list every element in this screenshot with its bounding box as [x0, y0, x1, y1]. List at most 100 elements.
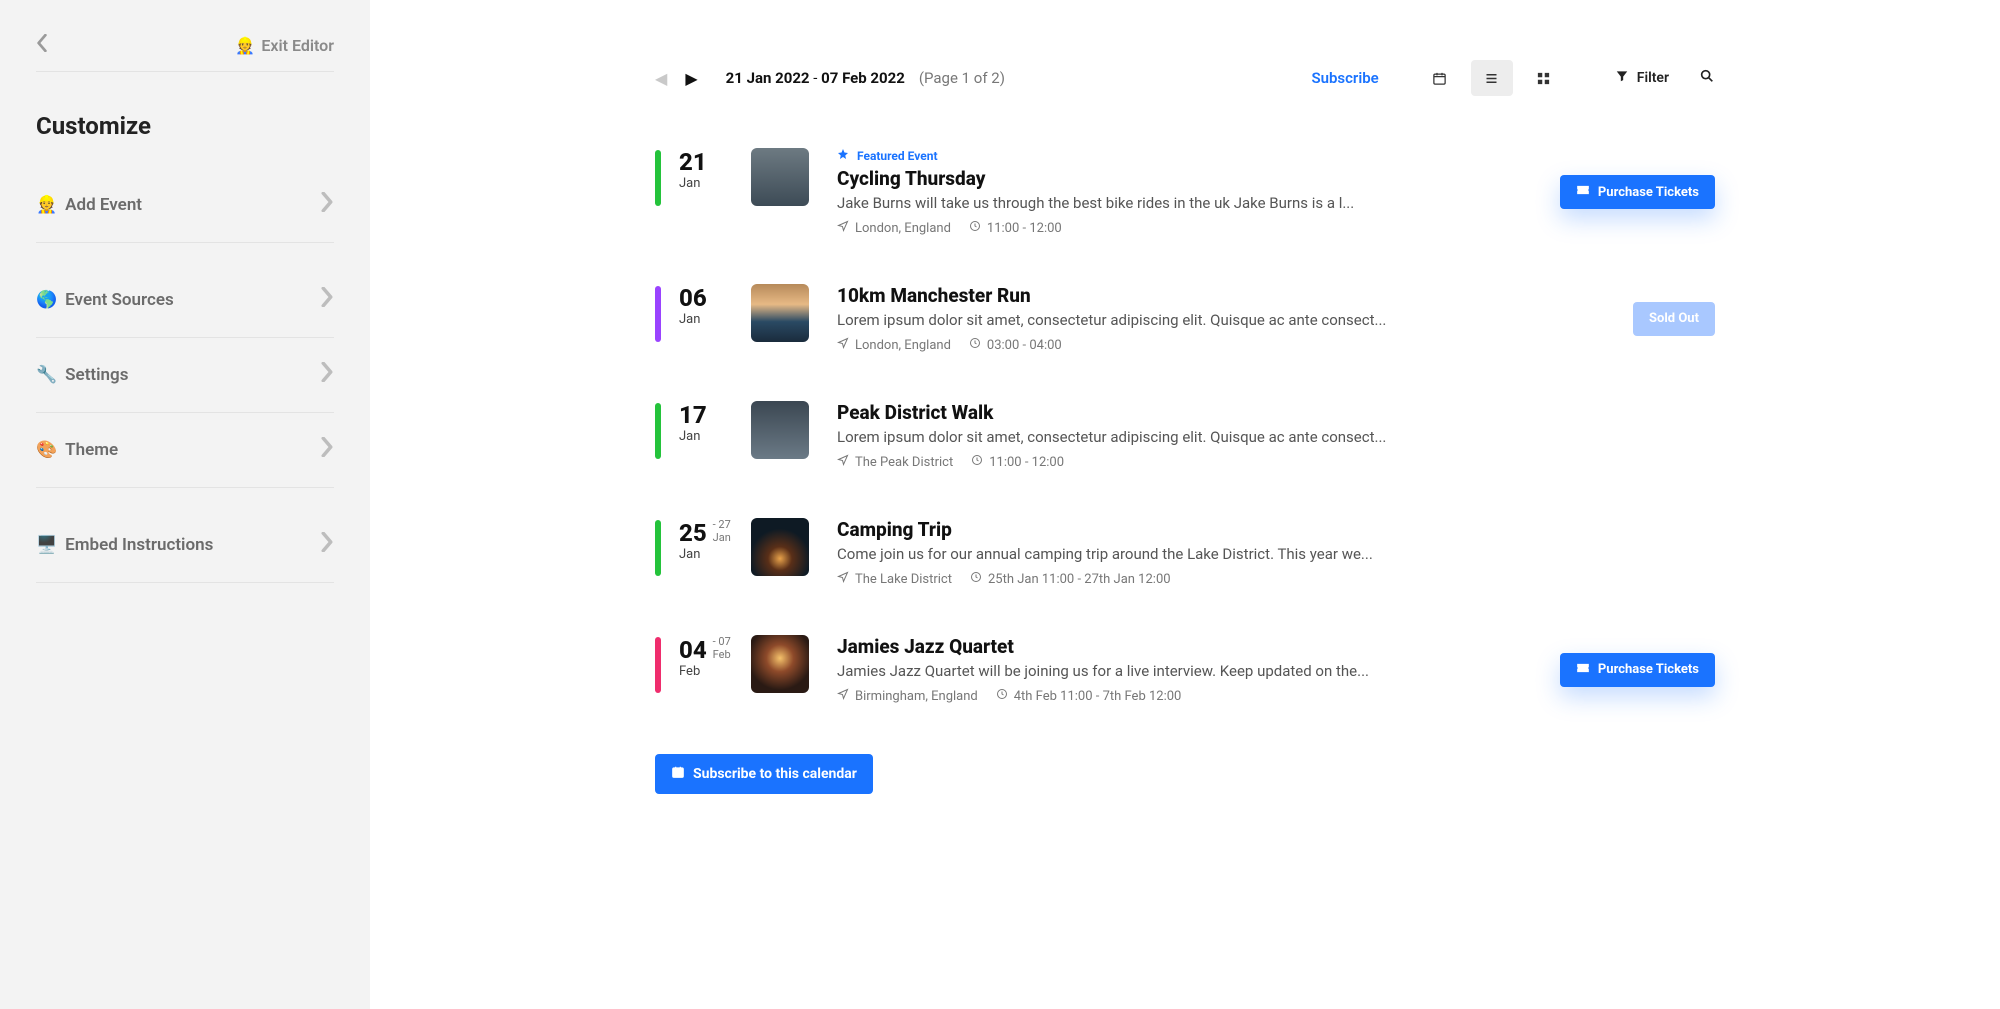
- event-row[interactable]: 04 - 07FebFebJamies Jazz QuartetJamies J…: [655, 617, 1715, 734]
- event-time: 11:00 - 12:00: [969, 220, 1062, 236]
- toolbar: ◀ ▶ 21 Jan 2022 - 07 Feb 2022 (Page 1 of…: [655, 60, 1715, 96]
- event-cta: Sold Out: [1633, 302, 1715, 336]
- calendar-icon: [671, 765, 685, 783]
- event-row[interactable]: 21 Jan Featured Event Cycling Thursday Jake…: [655, 130, 1715, 266]
- event-day: 25: [679, 519, 707, 547]
- search-button[interactable]: [1699, 68, 1715, 88]
- sidebar-item-label: Theme: [65, 440, 118, 460]
- range-start: 21 Jan 2022: [726, 69, 810, 87]
- event-time: 25th Jan 11:00 - 27th Jan 12:00: [970, 571, 1171, 587]
- star-icon: [837, 148, 849, 163]
- event-month: Jan: [679, 312, 751, 327]
- next-page-icon[interactable]: ▶: [685, 69, 697, 88]
- event-description: Jake Burns will take us through the best…: [837, 194, 1544, 212]
- grid-icon: [1536, 71, 1551, 86]
- event-thumbnail: [751, 635, 809, 693]
- event-cta: Purchase Tickets: [1560, 653, 1715, 687]
- event-day-end: - 07Feb: [713, 635, 731, 661]
- event-row[interactable]: 17 JanPeak District WalkLorem ipsum dolo…: [655, 383, 1715, 500]
- chevron-right-icon: [320, 287, 334, 313]
- calendar-icon: [1432, 71, 1447, 86]
- purchase-tickets-button[interactable]: Purchase Tickets: [1560, 175, 1715, 209]
- event-title: Camping Trip: [837, 518, 1699, 541]
- event-time: 11:00 - 12:00: [971, 454, 1064, 470]
- sidebar-item-event-sources[interactable]: 🌎Event Sources: [36, 263, 334, 338]
- event-date: 25 - 27JanJan: [679, 518, 751, 562]
- event-thumbnail: [751, 401, 809, 459]
- event-date: 06 Jan: [679, 284, 751, 327]
- exit-editor-link[interactable]: 👷 Exit Editor: [235, 36, 334, 55]
- event-content: Camping TripCome join us for our annual …: [837, 518, 1715, 587]
- event-title: 10km Manchester Run: [837, 284, 1617, 307]
- view-calendar-button[interactable]: [1419, 60, 1461, 96]
- event-list: 21 Jan Featured Event Cycling Thursday Jake…: [655, 130, 1715, 734]
- event-day: 21: [679, 148, 707, 176]
- range-end: 07 Feb 2022: [821, 69, 905, 87]
- event-time-text: 11:00 - 12:00: [989, 455, 1064, 470]
- filter-button[interactable]: Filter: [1615, 69, 1669, 87]
- event-location: Birmingham, England: [837, 688, 978, 704]
- event-date: 21 Jan: [679, 148, 751, 191]
- sidebar-item-embed[interactable]: 🖥️Embed Instructions: [36, 508, 334, 583]
- event-meta: Birmingham, England 4th Feb 11:00 - 7th F…: [837, 688, 1544, 704]
- event-content: Featured Event Cycling Thursday Jake Burns…: [837, 148, 1560, 236]
- event-month: Feb: [679, 664, 751, 679]
- event-title: Jamies Jazz Quartet: [837, 635, 1544, 658]
- event-stripe: [655, 637, 661, 693]
- event-thumbnail: [751, 518, 809, 576]
- purchase-tickets-label: Purchase Tickets: [1598, 662, 1699, 677]
- event-thumbnail: [751, 148, 809, 206]
- range-dash: -: [813, 69, 821, 87]
- filter-icon: [1615, 69, 1629, 87]
- purchase-tickets-label: Purchase Tickets: [1598, 185, 1699, 200]
- event-location-text: The Lake District: [855, 572, 952, 587]
- sold-out-button: Sold Out: [1633, 302, 1715, 336]
- search-icon: [1699, 69, 1715, 88]
- sidebar-item-label: Settings: [65, 365, 128, 385]
- event-row[interactable]: 06 Jan 10km Manchester RunLorem ipsum dol…: [655, 266, 1715, 383]
- event-location-text: The Peak District: [855, 455, 953, 470]
- chevron-right-icon: [320, 532, 334, 558]
- page-indicator: (Page 1 of 2): [919, 69, 1005, 87]
- view-list-button[interactable]: [1471, 60, 1513, 96]
- exit-editor-icon: 👷: [235, 36, 255, 55]
- subscribe-link[interactable]: Subscribe: [1311, 69, 1378, 87]
- clock-icon: [996, 688, 1008, 704]
- sidebar-item-icon: 👷: [36, 195, 57, 215]
- event-title: Cycling Thursday: [837, 167, 1544, 190]
- clock-icon: [969, 337, 981, 353]
- event-title: Peak District Walk: [837, 401, 1699, 424]
- chevron-right-icon: [320, 192, 334, 218]
- event-location-text: London, England: [855, 338, 951, 353]
- event-month: Jan: [679, 176, 751, 191]
- sold-out-label: Sold Out: [1649, 311, 1699, 326]
- clock-icon: [970, 571, 982, 587]
- exit-row: 👷 Exit Editor: [36, 20, 334, 72]
- sidebar-item-settings[interactable]: 🔧Settings: [36, 338, 334, 413]
- date-range: 21 Jan 2022 - 07 Feb 2022: [726, 69, 905, 87]
- event-time: 03:00 - 04:00: [969, 337, 1062, 353]
- purchase-tickets-button[interactable]: Purchase Tickets: [1560, 653, 1715, 687]
- prev-page-icon[interactable]: ◀: [655, 69, 667, 88]
- event-stripe: [655, 403, 661, 459]
- view-grid-button[interactable]: [1523, 60, 1565, 96]
- sidebar-item-add-event[interactable]: 👷 Add Event: [36, 168, 334, 243]
- event-day: 06: [679, 284, 707, 312]
- event-stripe: [655, 520, 661, 576]
- subscribe-calendar-label: Subscribe to this calendar: [693, 766, 857, 782]
- event-location: London, England: [837, 220, 951, 236]
- sidebar-item-icon: 🖥️: [36, 535, 57, 555]
- event-time: 4th Feb 11:00 - 7th Feb 12:00: [996, 688, 1182, 704]
- sidebar-item-label: Add Event: [65, 195, 142, 215]
- sidebar-item-theme[interactable]: 🎨Theme: [36, 413, 334, 488]
- subscribe-calendar-button[interactable]: Subscribe to this calendar: [655, 754, 873, 794]
- event-content: 10km Manchester RunLorem ipsum dolor sit…: [837, 284, 1633, 353]
- featured-badge: Featured Event: [837, 148, 1544, 163]
- event-row[interactable]: 25 - 27JanJan Camping TripCome join us fo…: [655, 500, 1715, 617]
- event-meta: The Peak District 11:00 - 12:00: [837, 454, 1699, 470]
- location-icon: [837, 688, 849, 704]
- exit-editor-label: Exit Editor: [261, 36, 334, 55]
- sidebar-heading: Customize: [36, 112, 334, 140]
- sidebar-item-label: Event Sources: [65, 290, 174, 310]
- back-icon[interactable]: [36, 34, 48, 57]
